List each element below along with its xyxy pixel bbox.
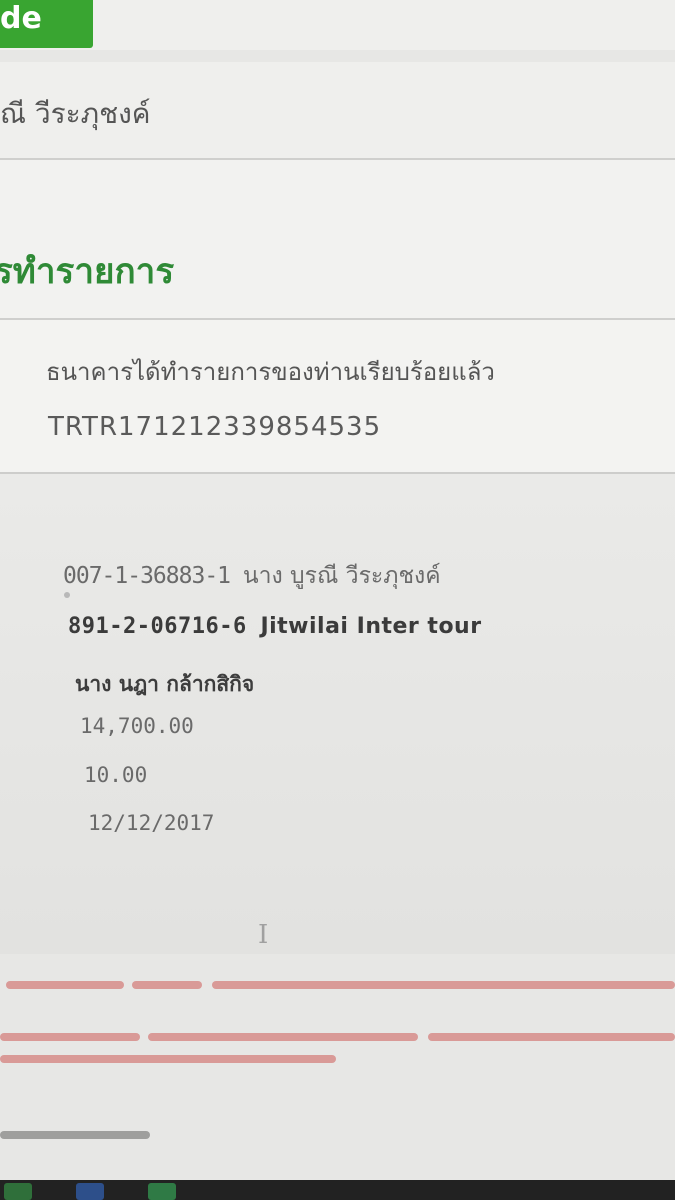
from-account-number: 007-1-36883-1 (63, 563, 231, 589)
disclaimer-line (0, 1048, 675, 1070)
status-message: ธนาคารได้ทำรายการของท่านเรียบร้อยแล้ว (46, 358, 495, 386)
disclaimer-line (0, 974, 675, 996)
reference-number: TRTR171212339854535 (48, 412, 382, 442)
disclaimer-line (0, 1026, 675, 1048)
transfer-date: 12/12/2017 (88, 811, 215, 835)
account-holder-name: ณี วีระภุชงค์ (0, 97, 151, 130)
status-panel: ธนาคารได้ทำรายการของท่านเรียบร้อยแล้ว TR… (0, 320, 675, 474)
brand-tab[interactable]: de (0, 0, 93, 48)
taskbar-app-icon[interactable] (4, 1183, 32, 1200)
page-title: รทำรายการ (0, 252, 175, 292)
page-title-section: รทำรายการ (0, 160, 675, 320)
transfer-details: 007-1-36883-1 นาง บูรณี วีระภุชงค์ 891-2… (0, 474, 675, 954)
account-holder-bar: ณี วีระภุชงค์ (0, 62, 675, 160)
evidence-link-line[interactable] (0, 1124, 675, 1146)
from-account-row: 007-1-36883-1 นาง บูรณี วีระภุชงค์ (63, 558, 441, 594)
taskbar (0, 1180, 675, 1200)
from-account-name: นาง บูรณี วีระภุชงค์ (242, 563, 441, 589)
to-account-number: 891-2-06716-6 (68, 614, 247, 639)
transfer-amount: 14,700.00 (80, 714, 194, 738)
text-cursor-icon: I (258, 920, 269, 950)
taskbar-app-icon[interactable] (148, 1183, 176, 1200)
transfer-fee: 10.00 (84, 763, 148, 787)
recipient-name: นาง นฎา กล้ากสิกิจ (75, 672, 255, 696)
to-account-name: Jitwilai Inter tour (260, 614, 482, 639)
bullet-dot (64, 592, 70, 598)
to-account-row: 891-2-06716-6 Jitwilai Inter tour (68, 614, 482, 639)
top-bar: de (0, 0, 675, 50)
taskbar-app-icon[interactable] (76, 1183, 104, 1200)
